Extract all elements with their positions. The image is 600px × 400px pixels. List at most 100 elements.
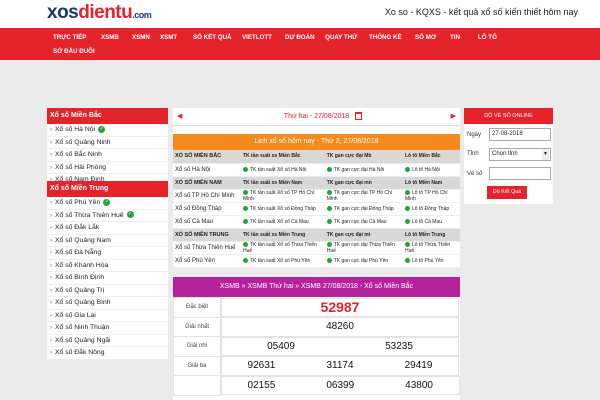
nav-item[interactable]: XSMT [160,31,177,45]
chevron-right-icon: › [50,312,52,319]
province-select[interactable]: Chọn tỉnh ▼ [489,148,551,161]
prize-numbers: 52987 [221,297,459,317]
group-link[interactable]: Lô tô Miền Nam [402,176,460,190]
province-link[interactable]: › Xổ số Quảng Ninh [47,137,168,149]
stat-link[interactable]: Lô tô Hà Nội [402,163,460,177]
nav-item[interactable]: LÔ TÔ [478,31,497,45]
nav-item[interactable]: THỐNG KÊ [369,31,402,45]
province-link[interactable]: Xổ số Thừa Thiên Huế [173,241,241,255]
prize-row: Giải nhì 05409 53235 [173,336,460,357]
group-link[interactable]: Lô tô Miền Trung [402,228,460,242]
result-box: XSMB » XSMB Thứ hai » XSMB 27/08/2018 - … [173,277,460,400]
prize-number: 06399 [326,379,355,391]
stat-link[interactable]: TK gan cực đại Phú Yên [324,254,403,268]
stat-link[interactable]: Lô tô Đồng Tháp [402,202,460,216]
province-link[interactable]: › Xổ số Quảng Bình [47,297,168,310]
chevron-right-icon: › [50,262,52,269]
stat-link[interactable]: TK gan cực đại TP Hồ Chí Minh [324,189,403,203]
nav-item[interactable]: TRỰC TIẾP [53,31,86,45]
stat-link[interactable]: Lô tô Phú Yên [402,254,460,268]
nav-item[interactable]: VIETLOTT [242,31,272,45]
stat-link[interactable]: Lô tô Thừa Thiên Huế [402,241,460,255]
stat-link[interactable]: TK tần suất Xổ số Đồng Tháp [241,202,325,216]
province-link[interactable]: › Xổ số Hà Nội ✓ [47,124,168,137]
group-link[interactable]: TK tần suất xs Miền Nam [241,176,325,190]
province-name: Xổ số Đắk Lắk [55,224,100,231]
province-name: Xổ số Hà Nội [55,126,96,133]
stat-link[interactable]: TK tần suất Xổ số Cà Mau [241,215,325,229]
nav-item[interactable]: QUAY THỬ [325,31,357,45]
province-select-value: Chọn tỉnh [492,151,518,157]
province-link[interactable]: › Xổ số Quảng Ngãi [47,335,168,347]
schedule-row: Xổ số Hà Nội TK tần suất Xổ số Hà Nội TK g… [173,163,460,177]
province-link[interactable]: › Xổ số Hải Phòng [47,162,168,174]
check-result-button[interactable]: Dò Kết Quả [487,186,527,199]
ticket-input[interactable] [489,167,551,180]
province-link[interactable]: Xổ số Hà Nội [173,163,241,177]
nav-item[interactable]: XSMN [132,31,150,45]
province-link[interactable]: › Xổ số Bình Định [47,272,168,285]
province-link[interactable]: › Xổ số Phú Yên ✓ [47,197,168,210]
group-name[interactable]: XỔ SỐ MIỀN NAM [173,176,241,190]
next-day-icon[interactable]: ▶ [451,112,456,120]
group-link[interactable]: TK tần suất xs Miền Trung [241,228,325,242]
date-input[interactable]: 27-08-2018 [489,128,551,141]
stat-link[interactable]: TK tần suất Xổ số Phú Yên [241,254,325,268]
result-title[interactable]: XSMB » XSMB Thứ hai » XSMB 27/08/2018 - … [173,277,460,297]
province-link[interactable]: Xổ số Đồng Tháp [173,202,241,216]
current-date: Thứ hai - 27/08/2018 [283,113,350,120]
group-link[interactable]: Lô tô Miền Bắc [402,150,460,164]
nav-item[interactable]: SỔ MƠ [415,31,436,45]
stat-link[interactable]: Lô tô TP Hồ Chí Minh [402,189,460,203]
check-icon [326,241,332,247]
check-icon [404,218,410,224]
schedule-row: Xổ số TP Hồ Chí Minh TK tần suất Xổ số TP… [173,189,460,203]
province-link[interactable]: › Xổ số Thừa Thiên Huế ✓ [47,210,168,222]
group-link[interactable]: TK gan cực đại mt [324,228,403,242]
stat-link[interactable]: TK tần suất Xổ số Hà Nội [241,163,325,177]
nav-item[interactable]: TIN [450,31,460,45]
stat-link[interactable]: TK tần suất Xổ số TP Hồ Chí Minh [241,189,325,203]
stat-link[interactable]: TK gan cực đại Đồng Tháp [324,202,403,216]
nav-item[interactable]: SỐ KẾT QUẢ [193,31,232,45]
group-link[interactable]: TK gan cực đại Mb [324,150,403,164]
province-link[interactable]: › Xổ số Quảng Trị [47,285,168,297]
nav-item[interactable]: SỚ ĐẦU ĐUÔI [53,45,95,59]
province-link[interactable]: Xổ số Phú Yên [173,254,241,268]
ticket-label: Vé số [467,171,483,177]
site-logo[interactable]: xosdientu.com [47,2,152,24]
province-link[interactable]: › Xổ số Đắk Nông [47,347,168,360]
nav-item[interactable]: XSMB [101,31,119,45]
province-link[interactable]: › Xổ số Khánh Hòa [47,260,168,272]
stat-link[interactable]: Lô tô Cà Mau [402,215,460,229]
stat-link[interactable]: TK tần suất Xổ số Thừa Thiên Huế [241,241,325,255]
chevron-down-icon: ▼ [542,149,549,160]
group-link[interactable]: TK gan cực đại mn [324,176,403,190]
check-icon [243,257,248,263]
prize-number: 31174 [326,360,354,372]
calendar-icon[interactable] [355,112,362,120]
province-link[interactable]: › Xổ số Gia Lai [47,310,168,322]
province-name: Xổ số Gia Lai [55,311,96,319]
province-link[interactable]: Xổ số Cà Mau [173,215,241,229]
group-name[interactable]: XỔ SỐ MIỀN TRUNG [173,228,241,242]
stat-link[interactable]: TK gan cực đại Cà Mau [324,215,403,229]
nav-item[interactable]: DỰ ĐOÁN [285,31,315,45]
province-link[interactable]: › Xổ số Quảng Nam [47,235,168,247]
province-link[interactable]: › Xổ số Bắc Ninh [47,149,168,162]
group-link[interactable]: TK tần suất xs Miền Bắc [241,150,325,164]
prize-label: Giải nhất [173,316,221,337]
province-link[interactable]: Xổ số TP Hồ Chí Minh [173,189,241,203]
chevron-right-icon: › [50,200,52,206]
province-link[interactable]: › Xổ số Đắk Lắk [47,222,168,235]
province-link[interactable]: › Xổ số Đà Nẵng [47,247,168,260]
province-link[interactable]: › Xổ số Ninh Thuận [47,322,168,335]
panel-title: Xổ số Miền Trung [47,181,168,197]
prize-number: 29419 [404,360,433,372]
group-name[interactable]: XỔ SỐ MIỀN BẮC [173,150,241,164]
stat-link[interactable]: TK gan cực đại Hà Nội [324,163,403,177]
prize-number: 52987 [320,299,360,316]
check-icon [243,189,248,195]
chevron-right-icon: › [50,287,52,294]
stat-link[interactable]: TK gan cực đại Thừa Thiên Huế [324,241,403,255]
